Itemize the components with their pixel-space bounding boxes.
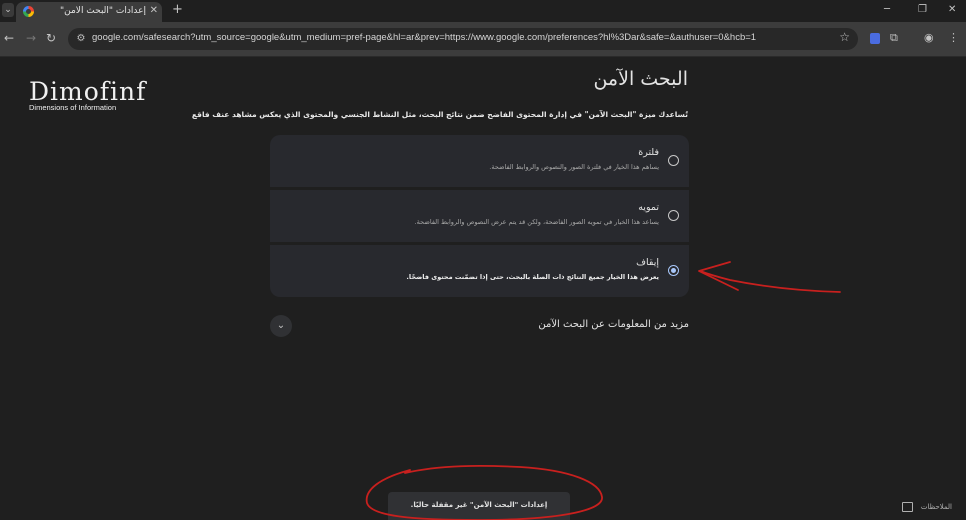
tab-title: إعدادات "البحث الآمن" [60, 6, 146, 16]
toast-text: إعدادات "البحث الآمن" غير مقفلة حاليًا. [410, 501, 548, 509]
feedback-link[interactable]: الملاحظات [901, 502, 952, 512]
annotation-arrow-head [698, 261, 739, 291]
tab-close-icon[interactable]: ✕ [150, 5, 158, 16]
puzzle-icon[interactable]: ⧉ [890, 31, 898, 45]
tune-icon[interactable]: ⚙ [74, 32, 88, 46]
radio-off[interactable] [668, 265, 679, 276]
back-icon[interactable]: ← [4, 31, 14, 45]
option-off-hint: يعرض هذا الخيار جميع النتائج ذات الصلة ب… [406, 273, 659, 281]
radio-blur[interactable] [668, 210, 679, 221]
minimize-button[interactable]: ─ [884, 4, 890, 15]
status-toast: إعدادات "البحث الآمن" غير مقفلة حاليًا. [388, 492, 570, 520]
feedback-icon [901, 502, 913, 512]
extension-icon[interactable] [870, 33, 880, 44]
option-blur-hint: يساعد هذا الخيار في تمويه الصور الفاضحة،… [414, 218, 659, 226]
option-filter-hint: يساهم هذا الخيار في فلترة الصور والنصوص … [489, 163, 659, 171]
option-off[interactable]: إيقاف يعرض هذا الخيار جميع النتائج ذات ا… [270, 245, 689, 297]
option-off-label: إيقاف [636, 257, 659, 268]
google-favicon-icon [23, 6, 34, 17]
tab-search-dropdown[interactable]: ⌄ [2, 3, 14, 17]
option-filter-label: فلترة [638, 147, 659, 158]
browser-tab[interactable]: إعدادات "البحث الآمن" ✕ [16, 2, 162, 22]
more-info-text: مزيد من المعلومات عن البحث الآمن [538, 319, 689, 330]
option-blur-label: تمويه [638, 202, 659, 213]
dimofinf-logo: Dimofinf Dimensions of Information [29, 77, 147, 112]
option-blur[interactable]: تمويه يساعد هذا الخيار في تمويه الصور ال… [270, 190, 689, 242]
browser-toolbar: ← → ↻ ⚙ google.com/safesearch?utm_source… [0, 22, 966, 57]
feedback-label: الملاحظات [920, 503, 952, 511]
menu-icon[interactable]: ⋮ [948, 31, 959, 44]
new-tab-button[interactable]: + [172, 2, 183, 17]
address-bar[interactable]: ⚙ google.com/safesearch?utm_source=googl… [68, 28, 858, 50]
close-window-button[interactable]: ✕ [948, 4, 956, 15]
profile-icon[interactable]: ◉ [924, 31, 934, 44]
star-icon[interactable]: ☆ [839, 30, 850, 44]
tab-strip: ⌄ إعدادات "البحث الآمن" ✕ + ─ ❐ ✕ [0, 0, 966, 22]
url-text: google.com/safesearch?utm_source=google&… [92, 32, 757, 43]
option-filter[interactable]: فلترة يساهم هذا الخيار في فلترة الصور وا… [270, 135, 689, 187]
reload-icon[interactable]: ↻ [46, 31, 56, 45]
forward-icon[interactable]: → [26, 31, 36, 45]
logo-mark: Dimofinf [29, 77, 147, 106]
page-title: البحث الآمن [593, 68, 688, 90]
annotation-arrow-shaft [699, 270, 841, 293]
restore-button[interactable]: ❐ [918, 4, 927, 15]
page-description: تُساعدك ميزة "البحث الآمن" في إدارة المح… [191, 110, 688, 119]
radio-filter[interactable] [668, 155, 679, 166]
chevron-down-icon[interactable]: ⌄ [270, 315, 292, 337]
more-info-row[interactable]: ⌄ مزيد من المعلومات عن البحث الآمن [270, 313, 689, 339]
